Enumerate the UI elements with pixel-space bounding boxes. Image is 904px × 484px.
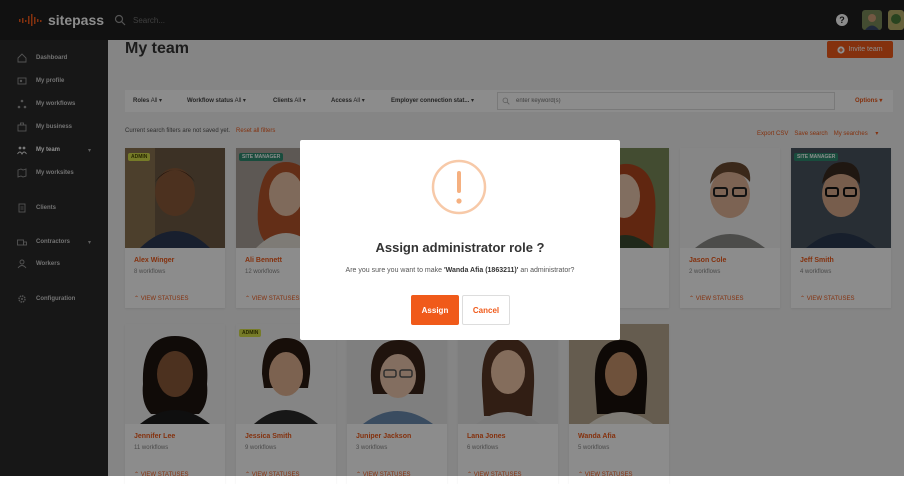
dialog-title: Assign administrator role ?	[375, 240, 545, 255]
message-target: 'Wanda Afia (1863211)'	[444, 267, 519, 274]
dialog-message: Are you sure you want to make 'Wanda Afi…	[300, 267, 620, 274]
cancel-button[interactable]: Cancel	[462, 295, 510, 325]
message-prefix: Are you sure you want to make	[345, 267, 443, 274]
assign-admin-dialog: Assign administrator role ? Are you sure…	[300, 140, 620, 340]
warning-icon	[431, 159, 487, 215]
assign-button[interactable]: Assign	[411, 295, 459, 325]
message-suffix: an administrator?	[520, 267, 575, 274]
